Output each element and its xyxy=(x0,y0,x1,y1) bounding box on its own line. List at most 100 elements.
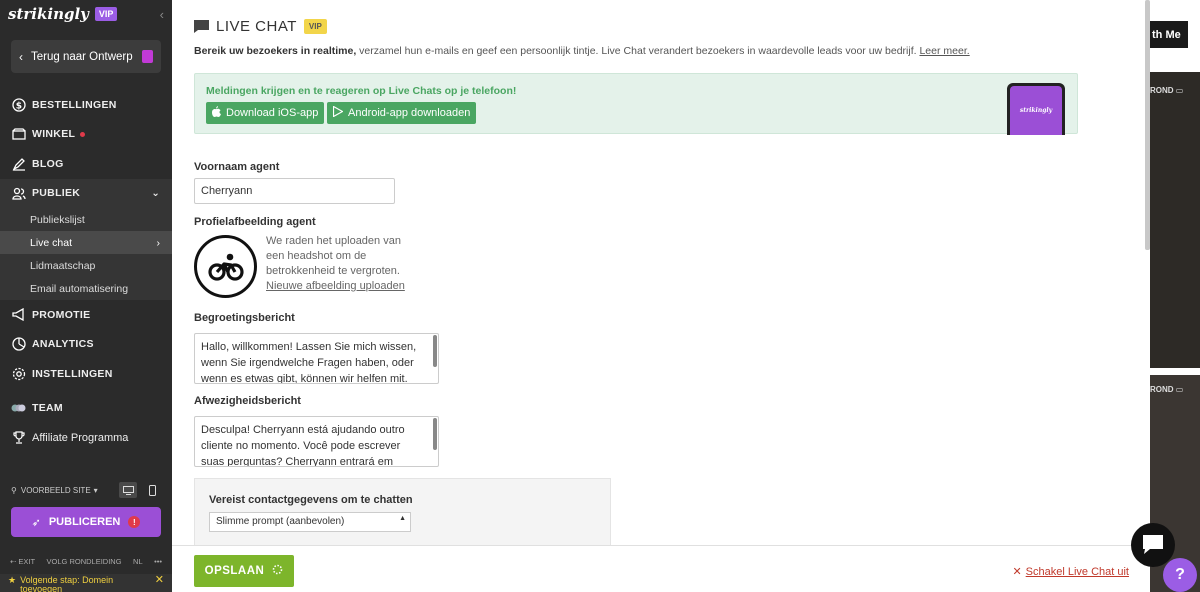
nav-promotion-label: PROMOTIE xyxy=(32,308,91,321)
nav-audience[interactable]: PUBLIEK ⌄ xyxy=(0,178,172,208)
nav-blog-label: BLOG xyxy=(32,157,64,170)
nav-affiliate-label: Affiliate Programma xyxy=(32,431,129,444)
nav-team[interactable]: TEAM xyxy=(0,394,172,424)
mobile-icon[interactable] xyxy=(143,482,161,498)
phone-screen: strikingly xyxy=(1010,86,1062,135)
panel-header: LIVE CHAT VIP xyxy=(194,18,327,35)
intro-text: Bereik uw bezoekers in realtime, verzame… xyxy=(194,45,970,57)
mobile-app-message: Meldingen krijgen en te reageren op Live… xyxy=(206,85,517,97)
sub-email-automation[interactable]: Email automatisering xyxy=(0,277,172,300)
profile-image-label: Profielafbeelding agent xyxy=(194,216,316,228)
away-text: Desculpa! Cherryann está ajudando outro … xyxy=(201,424,405,467)
back-button-label: Terug naar Ontwerp xyxy=(31,50,133,63)
greeting-textarea[interactable]: Hallo, willkommen! Lassen Sie mich wisse… xyxy=(194,333,439,384)
nav-settings-label: INSTELLINGEN xyxy=(32,367,113,380)
exit-link[interactable]: ⇠ EXIT xyxy=(10,557,35,566)
strikingly-logo: strikingly xyxy=(8,5,89,23)
preview-site-row: ⚲ VOORBEELD SITE ▾ xyxy=(11,481,161,499)
disable-live-chat-label: Schakel Live Chat uit xyxy=(1025,565,1129,578)
textarea-scrollbar[interactable] xyxy=(433,335,437,367)
nav-store-label: WINKEL xyxy=(32,128,76,141)
question-icon: ? xyxy=(1175,566,1185,583)
nav-promotion[interactable]: PROMOTIE xyxy=(0,300,172,330)
nav-audience-label: PUBLIEK xyxy=(32,187,81,200)
nav-affiliate[interactable]: Affiliate Programma xyxy=(0,423,172,453)
dollar-icon: $ xyxy=(11,97,26,112)
dropdown-caret-icon: ▾ xyxy=(93,485,98,495)
tour-link[interactable]: VOLG RONDLEIDING xyxy=(47,557,122,566)
design-icon xyxy=(142,50,153,63)
back-to-design-button[interactable]: ‹ Terug naar Ontwerp xyxy=(11,40,161,73)
next-step-label: Volgende stap: Domein toevoegen xyxy=(20,575,114,592)
live-chat-widget-button[interactable] xyxy=(1131,523,1175,567)
greeting-text: Hallo, willkommen! Lassen Sie mich wisse… xyxy=(201,341,417,384)
chevron-right-icon: › xyxy=(156,236,161,249)
vip-badge: VIP xyxy=(94,7,118,21)
nav-orders[interactable]: $ BESTELLINGEN xyxy=(0,90,172,120)
publish-label: PUBLICEREN xyxy=(48,516,121,528)
brand: strikingly VIP ‹ xyxy=(0,0,172,28)
contact-select-value: Slimme prompt (aanbevolen) xyxy=(216,516,345,527)
android-button-label: Android-app downloaden xyxy=(348,107,471,119)
chat-bubble-icon xyxy=(1143,535,1163,554)
close-icon: ✕ xyxy=(1012,566,1022,578)
site-preview-label-1: ROND ▭ xyxy=(1150,86,1184,95)
preview-site-label[interactable]: VOORBEELD SITE xyxy=(21,486,91,495)
pen-icon xyxy=(11,156,26,171)
intro-bold: Bereik uw bezoekers in realtime, xyxy=(194,45,357,57)
more-menu-icon[interactable]: ••• xyxy=(154,557,162,566)
sub-audience-list[interactable]: Publiekslijst xyxy=(0,208,172,231)
phone-logo: strikingly xyxy=(1019,107,1053,114)
gear-icon xyxy=(11,366,26,381)
disable-live-chat-link[interactable]: ✕ Schakel Live Chat uit xyxy=(1012,565,1129,579)
cyclist-icon xyxy=(207,253,244,281)
away-textarea[interactable]: Desculpa! Cherryann está ajudando outro … xyxy=(194,416,439,467)
save-button[interactable]: OPSLAAN xyxy=(194,555,294,587)
device-toggle xyxy=(119,482,161,498)
site-preview-button: th Me xyxy=(1150,21,1188,48)
nav-store[interactable]: WINKEL xyxy=(0,120,172,150)
sub-membership[interactable]: Lidmaatschap xyxy=(0,254,172,277)
spinner-icon xyxy=(272,564,283,578)
nav-blog[interactable]: BLOG xyxy=(0,149,172,179)
collapse-sidebar-icon[interactable]: ‹ xyxy=(160,7,164,22)
intro-rest: verzamel hun e-mails en geef een persoon… xyxy=(356,45,920,57)
vip-badge: VIP xyxy=(303,19,327,34)
warning-icon: ! xyxy=(128,516,141,528)
nav-analytics[interactable]: ANALYTICS xyxy=(0,330,172,360)
agent-name-input[interactable]: Cherryann xyxy=(194,178,395,204)
team-icon xyxy=(11,401,26,416)
next-step-banner[interactable]: ★ Volgende stap: Domein toevoegen ✕ xyxy=(0,574,172,592)
download-android-button[interactable]: Android-app downloaden xyxy=(327,102,477,124)
exit-label: EXIT xyxy=(18,556,36,566)
publish-button[interactable]: ➶ PUBLICEREN ! xyxy=(11,507,161,537)
phone-illustration: strikingly xyxy=(1007,83,1065,135)
live-chat-panel: LIVE CHAT VIP Bereik uw bezoekers in rea… xyxy=(172,0,1150,592)
learn-more-link[interactable]: Leer meer. xyxy=(919,45,969,57)
close-icon[interactable]: ✕ xyxy=(155,575,164,586)
panel-content: LIVE CHAT VIP Bereik uw bezoekers in rea… xyxy=(172,0,1150,545)
textarea-scrollbar[interactable] xyxy=(433,418,437,450)
help-button[interactable]: ? xyxy=(1163,558,1197,592)
download-ios-button[interactable]: Download iOS-app xyxy=(206,102,325,124)
nav-team-label: TEAM xyxy=(32,402,63,415)
sidebar: strikingly VIP ‹ ‹ Terug naar Ontwerp $ … xyxy=(0,0,172,592)
site-preview-image-1 xyxy=(1150,72,1200,368)
contact-prompt-select[interactable]: Slimme prompt (aanbevolen) ▲ xyxy=(209,512,411,532)
ios-button-label: Download iOS-app xyxy=(226,107,319,119)
nav-settings[interactable]: INSTELLINGEN xyxy=(0,359,172,389)
store-icon xyxy=(11,127,26,142)
panel-scrollbar[interactable] xyxy=(1145,0,1150,250)
upload-image-link[interactable]: Nieuwe afbeelding uploaden xyxy=(266,280,405,292)
apple-icon xyxy=(212,106,221,120)
language-selector[interactable]: NL xyxy=(133,557,143,566)
sub-live-chat[interactable]: Live chat › xyxy=(0,231,172,254)
desktop-icon[interactable] xyxy=(119,482,137,498)
search-icon: ⚲ xyxy=(11,485,17,495)
sub-audience-list-label: Publiekslijst xyxy=(30,213,85,226)
svg-text:$: $ xyxy=(15,101,22,111)
sub-email-label: Email automatisering xyxy=(30,282,129,295)
chevron-down-icon: ⌄ xyxy=(151,187,160,199)
agent-avatar[interactable] xyxy=(194,235,257,298)
nav-analytics-label: ANALYTICS xyxy=(32,338,94,351)
